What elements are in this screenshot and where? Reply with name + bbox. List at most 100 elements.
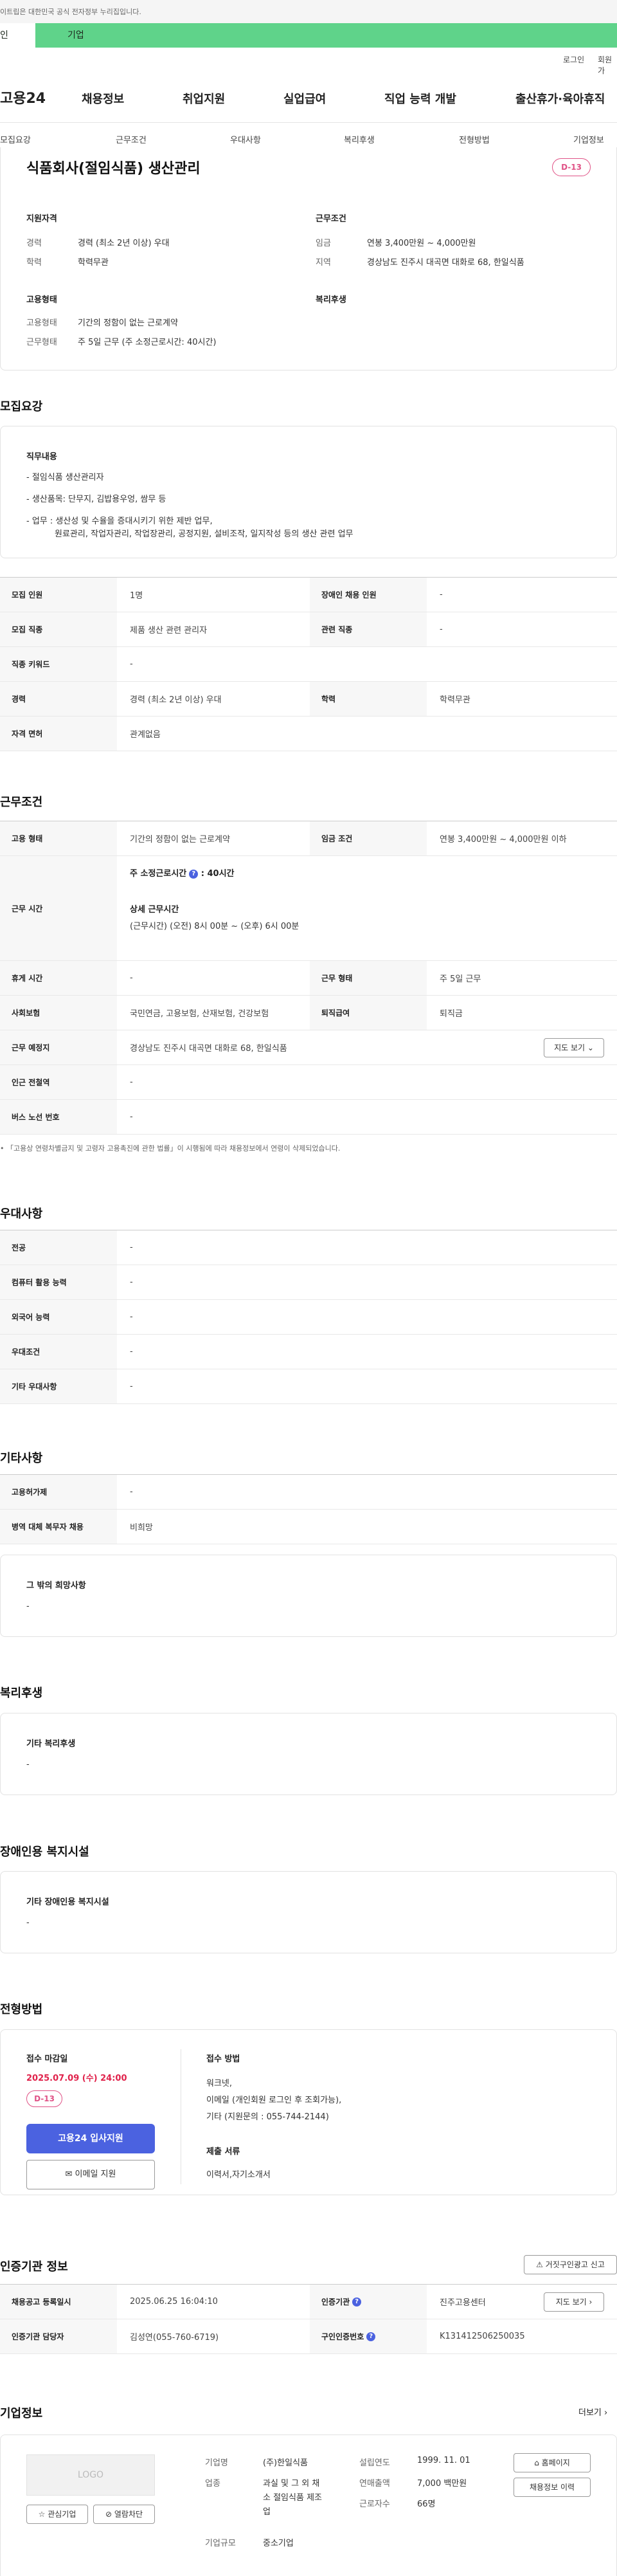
td: 기간의 정함이 없는 근로계약 xyxy=(130,835,230,845)
process-card: 접수 마감일 2025.07.09 (수) 24:00 D-13 고용24 입사… xyxy=(0,2029,617,2195)
chevron-down-icon: ⌄ xyxy=(587,1043,594,1052)
block-company-button[interactable]: ⊘ 열람차단 xyxy=(93,2505,155,2524)
th: 학력 xyxy=(310,682,427,716)
gov-banner: 이트립은 대한민국 공식 전자정부 누리집입니다. xyxy=(0,0,617,23)
email-apply-button[interactable]: ✉ 이메일 지원 xyxy=(26,2160,155,2189)
other-value: - xyxy=(26,1602,30,1611)
table-row: 모집 직종 제품 생산 관련 관리자 관련 직종 - xyxy=(0,612,617,647)
method-title: 접수 방법 xyxy=(206,2054,240,2064)
work-title: 근무조건 xyxy=(316,214,346,224)
weekly-hours: 주 소정근로시간? : 40시간 xyxy=(130,869,235,879)
edu-label: 학력 xyxy=(26,258,42,268)
td: K131412506250035 xyxy=(440,2332,525,2341)
table-row: 컴퓨터 활용 능력 - xyxy=(0,1265,617,1300)
company-card: LOGO ☆ 관심기업 ⊘ 열람차단 기업명 (주)한일식품 업종 과실 및 그… xyxy=(0,2434,617,2576)
map-button[interactable]: 지도 보기 ⌄ xyxy=(544,1038,604,1057)
td: - xyxy=(130,659,133,669)
gnb-skills-development[interactable]: 직업 능력 개발 xyxy=(384,90,456,107)
anchor-process[interactable]: 전형방법 xyxy=(459,133,490,145)
wage-label: 임금 xyxy=(316,239,331,248)
th: 우대조건 xyxy=(0,1335,117,1369)
site-logo[interactable]: 고용24 xyxy=(0,87,46,107)
tab-individual[interactable]: 인 xyxy=(0,23,35,48)
mail-icon: ✉ xyxy=(65,2170,73,2179)
info-icon[interactable]: ? xyxy=(189,869,199,879)
th: 자격 면허 xyxy=(0,717,117,751)
th: 기타 우대사항 xyxy=(0,1369,117,1403)
table-row: 자격 면허 관계없음 xyxy=(0,717,617,751)
user-type-tabs: 인 기업 xyxy=(0,23,617,48)
detail-hours: (근무시간) (오전) 8시 00분 ~ (오후) 6시 00분 xyxy=(130,922,300,931)
td: - xyxy=(440,625,443,634)
td: 퇴직금 xyxy=(440,1009,463,1019)
welfare-sub: 기타 복리후생 xyxy=(26,1739,76,1749)
gnb-jobs[interactable]: 채용정보 xyxy=(82,90,124,107)
job-history-button[interactable]: 채용정보 이력 xyxy=(514,2478,591,2497)
td: 관계없음 xyxy=(130,730,161,740)
map-button[interactable]: 지도 보기 › xyxy=(544,2292,604,2312)
info-icon[interactable]: ? xyxy=(366,2332,376,2341)
info-icon[interactable]: ? xyxy=(352,2297,362,2307)
table-row: 인근 전철역 - xyxy=(0,1065,617,1100)
industry-line: 소 절임식품 제조 xyxy=(263,2493,322,2503)
anchor-recruit[interactable]: 모집요강 xyxy=(0,133,31,145)
info-icon: • xyxy=(0,1144,6,1153)
apply-button[interactable]: 고용24 입사지원 xyxy=(26,2124,155,2153)
docs-title: 제출 서류 xyxy=(206,2147,240,2157)
wage-value: 연봉 3,400만원 ~ 4,000만원 xyxy=(367,239,476,248)
welfare-card: 기타 복리후생 - xyxy=(0,1713,617,1795)
industry-line: 업 xyxy=(263,2507,271,2517)
deadline-value: 2025.07.09 (수) 24:00 xyxy=(26,2074,127,2083)
favorite-company-button[interactable]: ☆ 관심기업 xyxy=(26,2505,88,2524)
section-conditions-title: 근무조건 xyxy=(0,796,43,809)
duty-line: 원료관리, 작업자관리, 작업장관리, 공정지원, 설비조작, 일지작성 등의 … xyxy=(55,529,353,539)
th: 근무 예정지 xyxy=(0,1030,117,1064)
td: 1명 xyxy=(130,591,143,601)
table-row: 고용허가제 - xyxy=(0,1475,617,1510)
summary-card: 식품회사(절임식품) 생산관리 D-13 지원자격 경력 경력 (최소 2년 이… xyxy=(0,147,617,370)
th: 휴게 시간 xyxy=(0,961,117,995)
signup-link[interactable]: 회원가 xyxy=(598,54,617,76)
more-link[interactable]: 더보기 › xyxy=(578,2406,607,2418)
section-agency-title: 인증기관 정보 xyxy=(0,2260,68,2274)
table-row: 근무 시간 주 소정근로시간? : 40시간 상세 근무시간 (근무시간) (오… xyxy=(0,856,617,961)
chevron-right-icon: › xyxy=(604,2408,608,2418)
td: - xyxy=(130,1112,133,1122)
anchor-preference[interactable]: 우대사항 xyxy=(230,133,261,145)
anchor-conditions[interactable]: 근무조건 xyxy=(116,133,147,145)
gnb-employment-support[interactable]: 취업지원 xyxy=(183,90,225,107)
table-row: 고용 형태 기간의 정함이 없는 근로계약 임금 조건 연봉 3,400만원 ~… xyxy=(0,821,617,856)
td: - xyxy=(440,590,443,599)
th: 근무 형태 xyxy=(310,961,427,995)
gnb-parental-leave[interactable]: 출산휴가·육아휴직 xyxy=(515,90,605,107)
applicant-title: 지원자격 xyxy=(26,214,57,224)
home-icon: ⌂ xyxy=(534,2458,539,2467)
th: 병역 대체 복무자 채용 xyxy=(0,1510,117,1544)
login-link[interactable]: 로그인 xyxy=(563,54,584,65)
anchor-welfare[interactable]: 복리후생 xyxy=(344,133,375,145)
table-row: 외국어 능력 - xyxy=(0,1300,617,1335)
table-row: 우대조건 - xyxy=(0,1335,617,1369)
anchor-company[interactable]: 기업정보 xyxy=(573,133,604,145)
homepage-button[interactable]: ⌂ 홈페이지 xyxy=(514,2453,591,2472)
th: 직종 키워드 xyxy=(0,647,117,681)
th: 모집 직종 xyxy=(0,612,117,646)
gnb-unemployment-benefit[interactable]: 실업급여 xyxy=(283,90,326,107)
td: 연봉 3,400만원 ~ 4,000만원 이하 xyxy=(440,835,567,845)
th: 장애인 채용 인원 xyxy=(310,578,427,612)
other-card: 그 밖의 희망사항 - xyxy=(0,1555,617,1637)
tab-company[interactable]: 기업 xyxy=(67,23,84,48)
section-company-title: 기업정보 xyxy=(0,2407,43,2420)
duty-card: 직무내용 - 절임식품 생산관리자 - 생산품목: 단무지, 김밥용우엉, 쌈무… xyxy=(0,426,617,558)
block-icon: ⊘ xyxy=(105,2510,112,2519)
table-row: 직종 키워드 - xyxy=(0,647,617,682)
section-etc-title: 기타사항 xyxy=(0,1452,43,1465)
table-row: 경력 경력 (최소 2년 이상) 우대 학력 학력무관 xyxy=(0,682,617,717)
td: - xyxy=(130,1277,133,1287)
th: 채용공고 등록일시 xyxy=(0,2285,117,2319)
report-button[interactable]: ⚠ 거짓구인광고 신고 xyxy=(524,2255,617,2274)
disabled-sub: 기타 장애인용 복지시설 xyxy=(26,1897,109,1907)
td: 학력무관 xyxy=(440,695,470,705)
duty-line: - 업무 : 생산성 및 수율을 증대시키기 위한 제반 업무, xyxy=(26,516,213,526)
company-logo: LOGO xyxy=(26,2454,155,2496)
